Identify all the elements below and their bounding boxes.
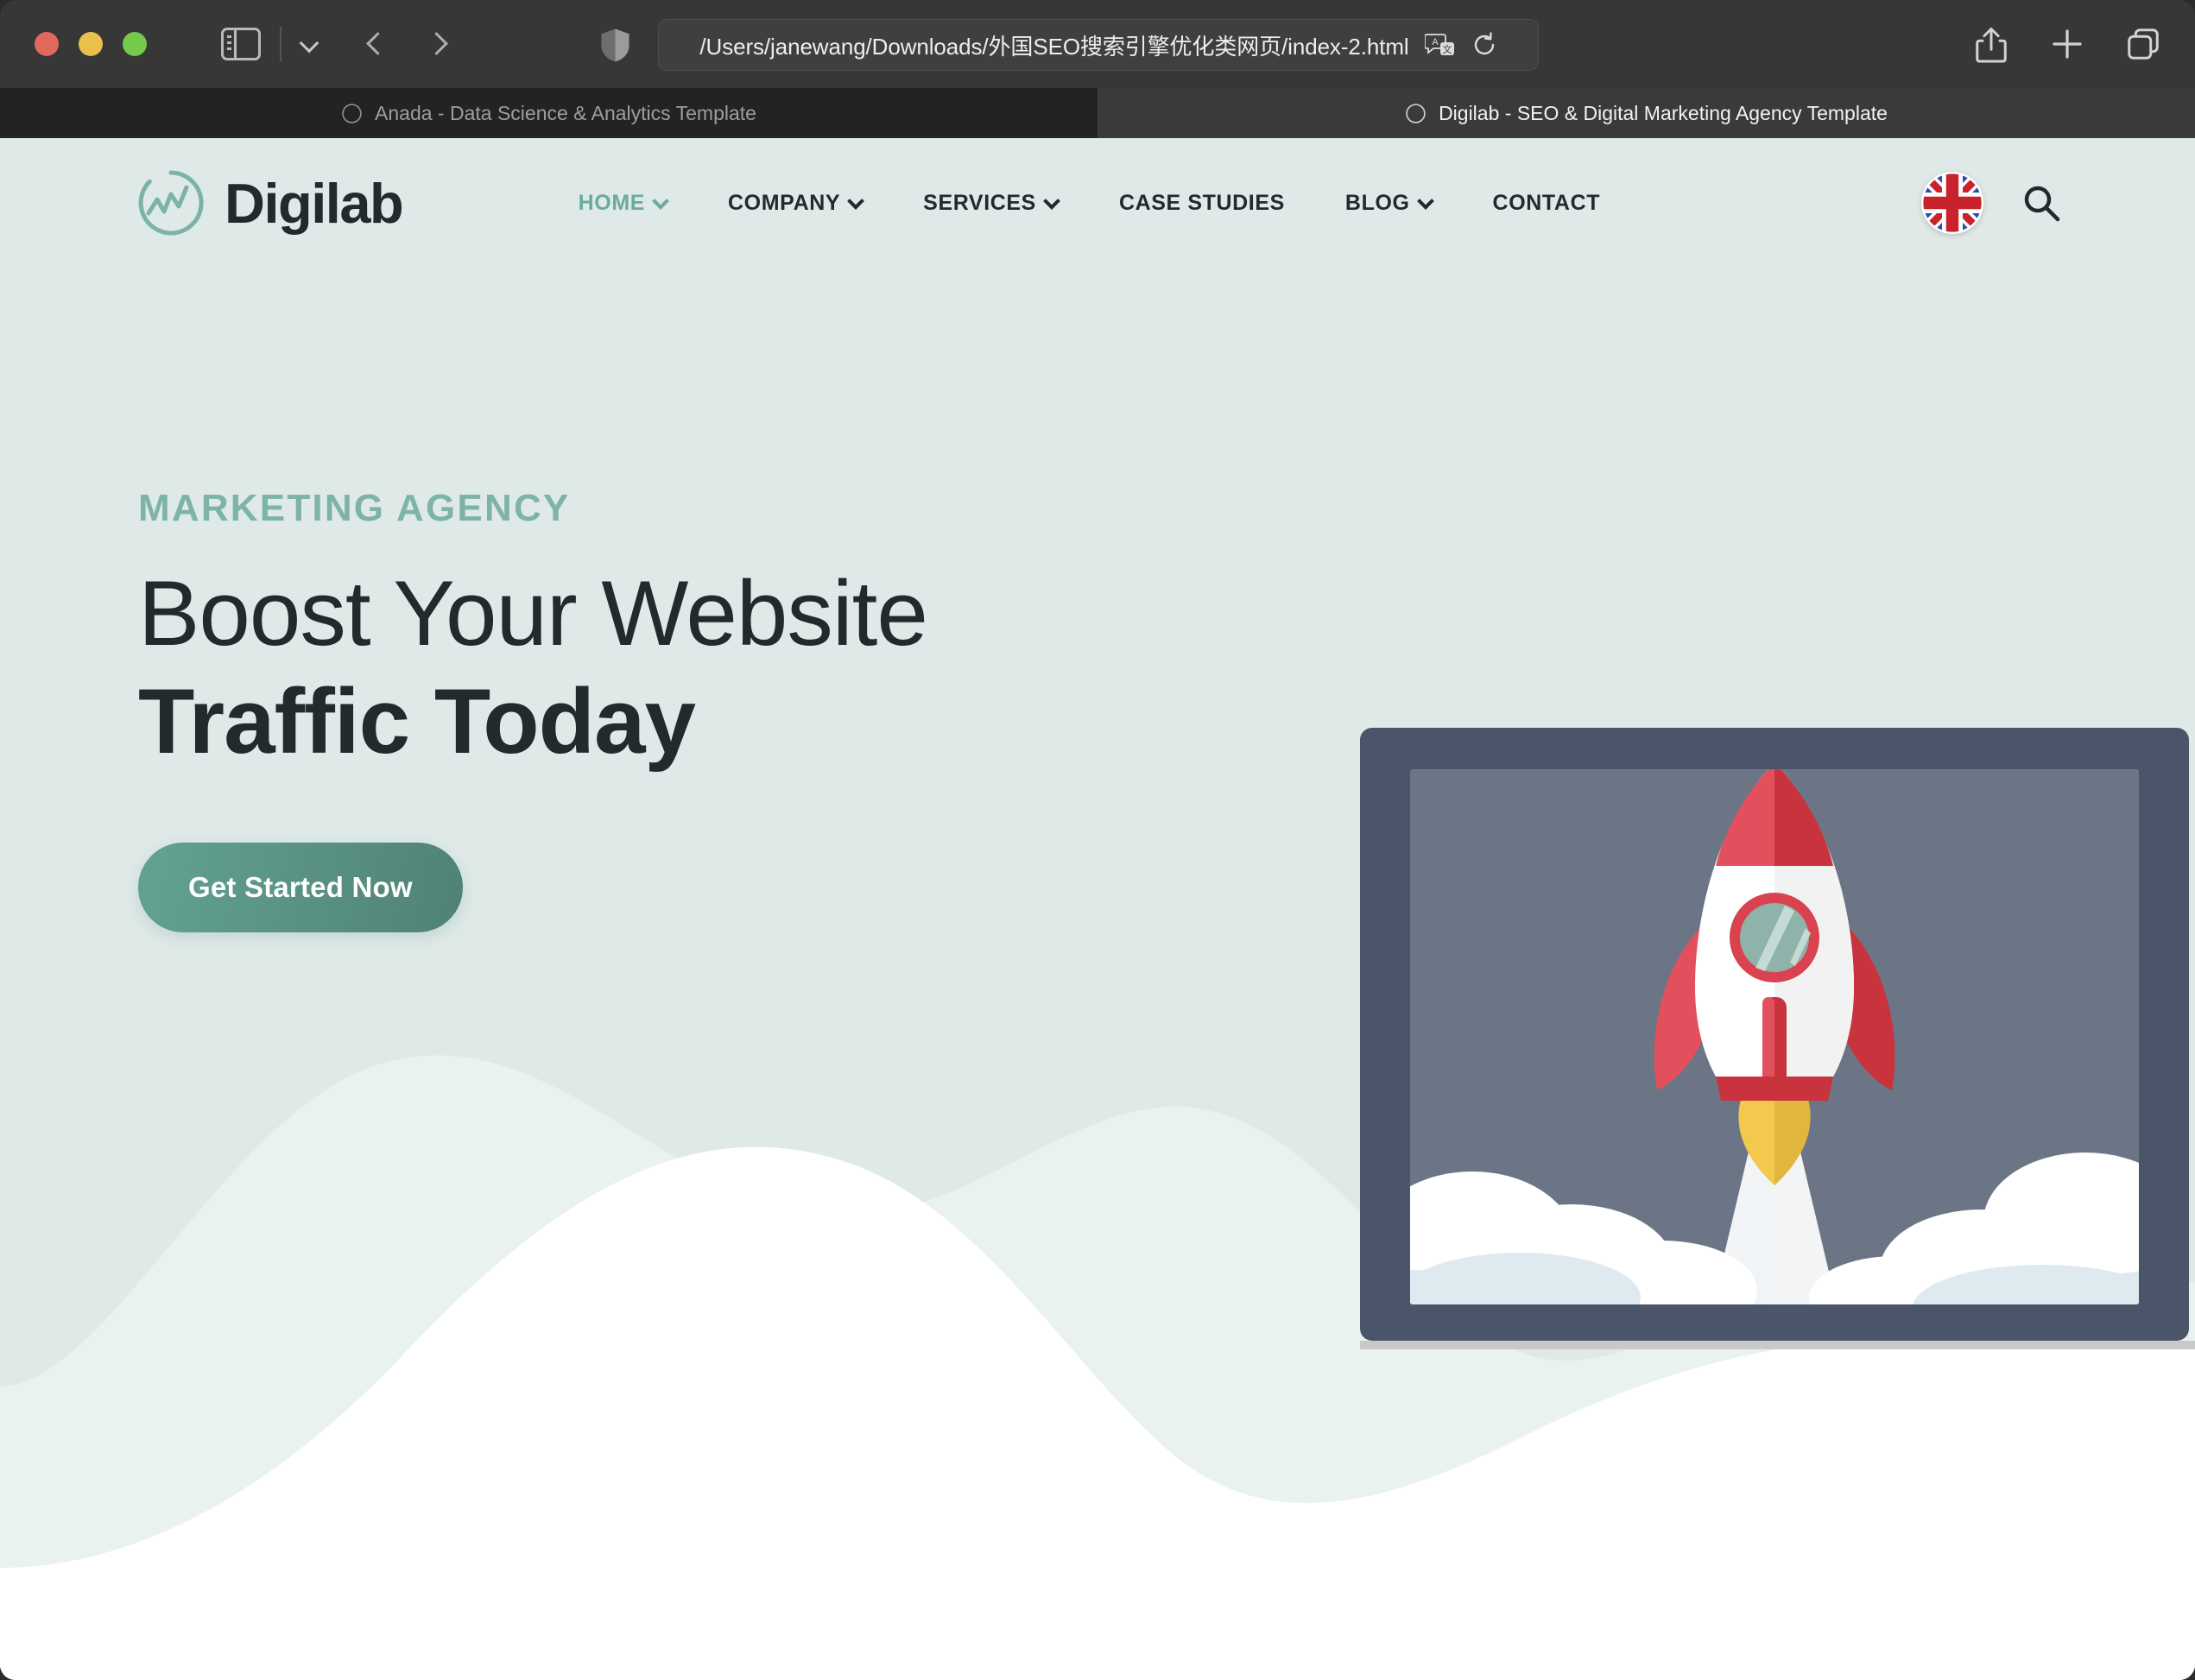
site-header: Digilab HOME COMPANY SERVICES CASE STUDI… (0, 138, 2195, 268)
nav-label: HOME (578, 190, 646, 215)
search-icon[interactable] (2021, 183, 2061, 223)
united-kingdom-flag-icon[interactable] (1920, 172, 1983, 234)
sidebar-toggle-icon[interactable] (221, 28, 261, 60)
main-navigation: HOME COMPANY SERVICES CASE STUDIES BLOG (548, 191, 1630, 216)
compass-icon (341, 103, 363, 124)
rocket-laptop-illustration (1360, 728, 2195, 1349)
hero-title-line-1: Boost Your Website (138, 561, 928, 665)
chevron-down-icon (655, 195, 667, 208)
chevron-down-icon (1046, 195, 1059, 208)
nav-item-home[interactable]: HOME (548, 191, 698, 216)
chevron-down-icon (1420, 195, 1433, 208)
close-window-button[interactable] (35, 32, 59, 56)
svg-text:文: 文 (1442, 43, 1452, 55)
analytics-circle-icon (136, 168, 206, 237)
tab-title: Anada - Data Science & Analytics Templat… (375, 101, 756, 124)
browser-toolbar: /Users/janewang/Downloads/外国SEO搜索引擎优化类网页… (0, 0, 2195, 88)
reload-icon[interactable] (1471, 32, 1497, 58)
nav-item-contact[interactable]: CONTACT (1463, 191, 1631, 216)
address-bar[interactable]: /Users/janewang/Downloads/外国SEO搜索引擎优化类网页… (658, 19, 1539, 71)
page-content: Digilab HOME COMPANY SERVICES CASE STUDI… (0, 138, 2195, 1680)
nav-label: CASE STUDIES (1118, 190, 1285, 215)
nav-item-services[interactable]: SERVICES (893, 191, 1089, 216)
share-icon[interactable] (1974, 27, 2008, 63)
logo-text: Digilab (225, 171, 404, 235)
nav-label: BLOG (1344, 190, 1410, 215)
nav-item-company[interactable]: COMPANY (698, 191, 893, 216)
browser-tab-digilab[interactable]: Digilab - SEO & Digital Marketing Agency… (1098, 88, 2195, 138)
plus-icon[interactable] (2050, 27, 2084, 61)
tab-overview-icon[interactable] (2126, 27, 2160, 61)
minimize-window-button[interactable] (79, 32, 103, 56)
browser-window: /Users/janewang/Downloads/外国SEO搜索引擎优化类网页… (0, 0, 2195, 1680)
get-started-button[interactable]: Get Started Now (138, 842, 463, 932)
forward-arrow-icon[interactable] (427, 33, 449, 55)
nav-item-case-studies[interactable]: CASE STUDIES (1089, 191, 1315, 216)
site-logo[interactable]: Digilab (136, 168, 404, 237)
navigation-arrows (364, 33, 449, 55)
compass-icon (1405, 103, 1426, 124)
browser-tab-anada[interactable]: Anada - Data Science & Analytics Templat… (0, 88, 1098, 138)
window-controls (35, 32, 147, 56)
url-text: /Users/janewang/Downloads/外国SEO搜索引擎优化类网页… (699, 33, 1409, 60)
tab-title: Digilab - SEO & Digital Marketing Agency… (1439, 101, 1888, 124)
header-actions (1920, 172, 2061, 234)
svg-text:A: A (1432, 37, 1439, 47)
nav-label: SERVICES (923, 190, 1036, 215)
translate-icon[interactable]: A 文 (1423, 32, 1456, 58)
back-arrow-icon[interactable] (364, 33, 387, 55)
nav-label: COMPANY (728, 190, 841, 215)
tab-strip: Anada - Data Science & Analytics Templat… (0, 88, 2195, 138)
chevron-down-icon (850, 195, 863, 208)
shield-privacy-icon[interactable] (600, 28, 630, 64)
chevron-down-icon[interactable] (300, 35, 319, 54)
toolbar-divider (280, 27, 281, 61)
hero-eyebrow: MARKETING AGENCY (138, 487, 571, 529)
toolbar-right-actions (1974, 0, 2160, 88)
nav-item-blog[interactable]: BLOG (1315, 191, 1463, 216)
nav-label: CONTACT (1492, 190, 1601, 215)
maximize-window-button[interactable] (123, 32, 147, 56)
